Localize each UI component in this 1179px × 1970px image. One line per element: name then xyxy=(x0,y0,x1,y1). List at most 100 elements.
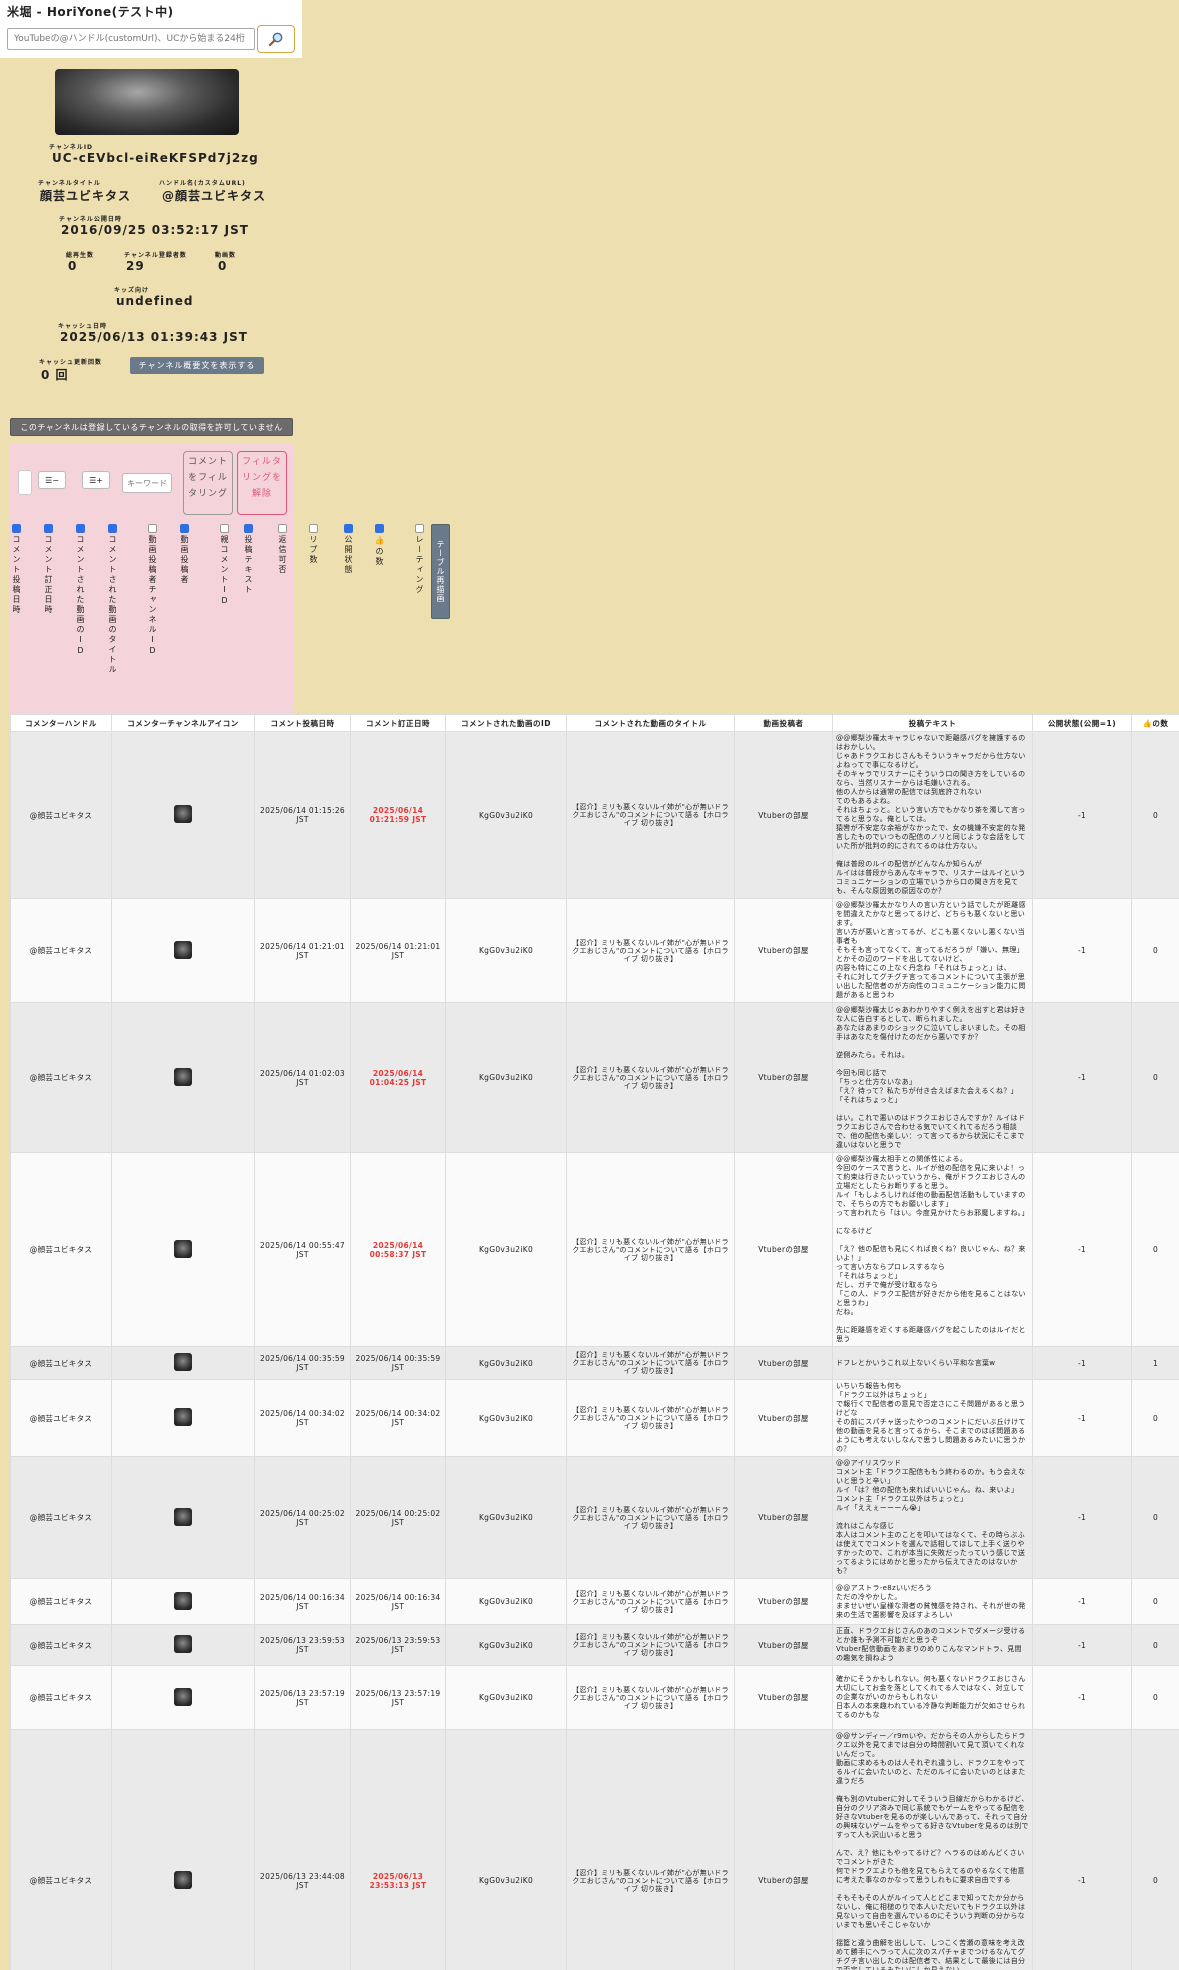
public-status: -1 xyxy=(1032,1624,1132,1666)
avatar[interactable] xyxy=(174,1635,192,1653)
search-button[interactable] xyxy=(257,25,295,53)
table-row[interactable]: @顔芸ユビキタス 2025/06/14 01:15:26 JST 2025/06/1… xyxy=(10,731,1179,899)
video-uploader: Vtuberの部屋 xyxy=(734,1379,833,1457)
table-row[interactable]: @顔芸ユビキタス 2025/06/14 00:16:34 JST 2025/06/1… xyxy=(10,1578,1179,1625)
avatar[interactable] xyxy=(174,1239,192,1258)
collapse-rows-button[interactable]: ☰− xyxy=(38,471,66,489)
column-toggle-label: 動画投稿者チャンネルID xyxy=(148,535,157,657)
column-checkbox[interactable] xyxy=(43,524,53,533)
column-header[interactable]: 動画投稿者 xyxy=(734,714,833,732)
commenter-handle: @顔芸ユビキタス xyxy=(10,1729,112,1970)
avatar[interactable] xyxy=(174,1067,192,1086)
column-toggle-label: 返信可否 xyxy=(278,535,287,575)
column-checkbox[interactable] xyxy=(11,524,21,533)
column-toggle[interactable]: 返信可否 xyxy=(276,524,288,575)
comment-text: ドフレとかいうこれ以上ないくらい平和な言葉w xyxy=(832,1346,1033,1380)
column-toggle[interactable]: 親コメントID xyxy=(218,524,230,607)
column-checkbox[interactable] xyxy=(243,524,253,533)
column-checkbox[interactable] xyxy=(374,524,384,533)
column-toggle[interactable]: 動画投稿者 xyxy=(178,524,190,585)
column-checkbox[interactable] xyxy=(308,524,318,533)
comment-text: @@郷梨沙羅太じゃあわかりやすく例えを出すと君は好きな人に告白するとして、断られ… xyxy=(832,1002,1033,1153)
column-header[interactable]: コメントされた動画のタイトル xyxy=(566,714,735,732)
column-checkbox[interactable] xyxy=(343,524,353,533)
apply-filter-button[interactable]: コメントをフィルタリング xyxy=(183,451,233,515)
column-toggle-label: 👍の数 xyxy=(375,535,384,567)
avatar[interactable] xyxy=(174,1353,192,1371)
column-checkbox[interactable] xyxy=(147,524,157,533)
channel-title: 顔芸ユビキタス xyxy=(40,189,132,203)
column-header[interactable]: コメンターハンドル xyxy=(10,714,112,732)
keyword-input[interactable] xyxy=(122,473,172,493)
column-toggle[interactable]: 公開状態 xyxy=(342,524,354,575)
column-toggle-label: コメントされた動画のタイトル xyxy=(108,535,117,675)
like-count: 0 xyxy=(1131,1002,1179,1153)
column-toggle[interactable]: コメントされた動画のID xyxy=(74,524,86,657)
commenter-handle: @顔芸ユビキタス xyxy=(10,1346,112,1380)
table-row[interactable]: @顔芸ユビキタス 2025/06/13 23:44:08 JST 2025/06/1… xyxy=(10,1729,1179,1970)
column-toggle[interactable]: リプ数 xyxy=(307,524,319,565)
clear-filter-button[interactable]: フィルタリングを解除 xyxy=(237,451,287,515)
column-toggle[interactable]: レーティング xyxy=(413,524,425,595)
table-row[interactable]: @顔芸ユビキタス 2025/06/14 00:35:59 JST 2025/06/1… xyxy=(10,1346,1179,1380)
column-header[interactable]: 公開状態(公開=1) xyxy=(1032,714,1132,732)
column-checkbox[interactable] xyxy=(219,524,229,533)
search-input[interactable] xyxy=(7,28,255,50)
column-toggle[interactable]: コメント投稿日時 xyxy=(10,524,22,615)
avatar[interactable] xyxy=(174,940,192,959)
column-toggle[interactable]: コメント訂正日時 xyxy=(42,524,54,615)
column-toggle[interactable]: 投稿テキスト xyxy=(242,524,254,595)
show-description-button[interactable]: チャンネル概要文を表示する xyxy=(130,357,264,374)
video-uploader: Vtuberの部屋 xyxy=(734,1578,833,1625)
count-input[interactable] xyxy=(18,470,32,495)
commenter-handle: @顔芸ユビキタス xyxy=(10,731,112,899)
column-checkbox[interactable] xyxy=(75,524,85,533)
published-value: 2016/09/25 03:52:17 JST xyxy=(61,223,249,237)
table-row[interactable]: @顔芸ユビキタス 2025/06/14 01:21:01 JST 2025/06/1… xyxy=(10,898,1179,1003)
like-count: 0 xyxy=(1131,1578,1179,1625)
edited-date: 2025/06/14 01:04:25 JST xyxy=(350,1002,446,1153)
column-toggle[interactable]: 👍の数 xyxy=(373,524,385,567)
column-header[interactable]: コメントされた動画のID xyxy=(445,714,567,732)
commenter-icon-cell xyxy=(111,1665,255,1730)
column-header[interactable]: 投稿テキスト xyxy=(832,714,1033,732)
views-label: 総再生数 xyxy=(66,252,95,259)
table-row[interactable]: @顔芸ユビキタス 2025/06/14 00:34:02 JST 2025/06/1… xyxy=(10,1379,1179,1457)
table-row[interactable]: @顔芸ユビキタス 2025/06/14 00:25:02 JST 2025/06/1… xyxy=(10,1456,1179,1579)
avatar[interactable] xyxy=(174,1870,192,1889)
redraw-table-button[interactable]: テーブル再描画 xyxy=(431,524,450,619)
table-row[interactable]: @顔芸ユビキタス 2025/06/13 23:57:19 JST 2025/06/1… xyxy=(10,1665,1179,1730)
video-id: KgG0v3u2iK0 xyxy=(445,731,567,899)
column-checkbox[interactable] xyxy=(179,524,189,533)
video-uploader: Vtuberの部屋 xyxy=(734,898,833,1003)
column-checkbox[interactable] xyxy=(414,524,424,533)
column-checkbox[interactable] xyxy=(277,524,287,533)
avatar[interactable] xyxy=(174,1591,192,1610)
expand-rows-button[interactable]: ☰+ xyxy=(82,471,110,489)
avatar[interactable] xyxy=(174,1687,192,1706)
video-id: KgG0v3u2iK0 xyxy=(445,1346,567,1380)
edited-date: 2025/06/14 00:34:02 JST xyxy=(350,1379,446,1457)
comment-text: @@アストラ-e8zいいだろう ただの冷やかした。 まませいぜい皇様な滑者の貧愧… xyxy=(832,1578,1033,1625)
video-id: KgG0v3u2iK0 xyxy=(445,1729,567,1970)
posted-date: 2025/06/14 01:21:01 JST xyxy=(254,898,351,1003)
table-row[interactable]: @顔芸ユビキタス 2025/06/13 23:59:53 JST 2025/06/1… xyxy=(10,1624,1179,1666)
video-uploader: Vtuberの部屋 xyxy=(734,1456,833,1579)
column-toggle[interactable]: コメントされた動画のタイトル xyxy=(106,524,118,675)
column-checkbox[interactable] xyxy=(107,524,117,533)
posted-date: 2025/06/14 00:55:47 JST xyxy=(254,1152,351,1347)
avatar[interactable] xyxy=(174,805,192,823)
column-header[interactable]: 👍の数 xyxy=(1131,714,1179,732)
avatar[interactable] xyxy=(174,1408,192,1426)
column-header[interactable]: コメント訂正日時 xyxy=(350,714,446,732)
table-row[interactable]: @顔芸ユビキタス 2025/06/14 01:02:03 JST 2025/06/1… xyxy=(10,1002,1179,1153)
posted-date: 2025/06/14 00:34:02 JST xyxy=(254,1379,351,1457)
column-header[interactable]: コメント投稿日時 xyxy=(254,714,351,732)
posted-date: 2025/06/14 01:15:26 JST xyxy=(254,731,351,899)
column-header[interactable]: コメンターチャンネルアイコン xyxy=(111,714,255,732)
avatar[interactable] xyxy=(174,1507,192,1526)
video-title: 【忍介】ミリも悪くないルイ姉が"心が無いドラクエおじさん"のコメントについて語る… xyxy=(566,898,735,1003)
videos-label: 動画数 xyxy=(215,252,237,259)
column-toggle[interactable]: 動画投稿者チャンネルID xyxy=(146,524,158,657)
table-row[interactable]: @顔芸ユビキタス 2025/06/14 00:55:47 JST 2025/06/1… xyxy=(10,1152,1179,1347)
